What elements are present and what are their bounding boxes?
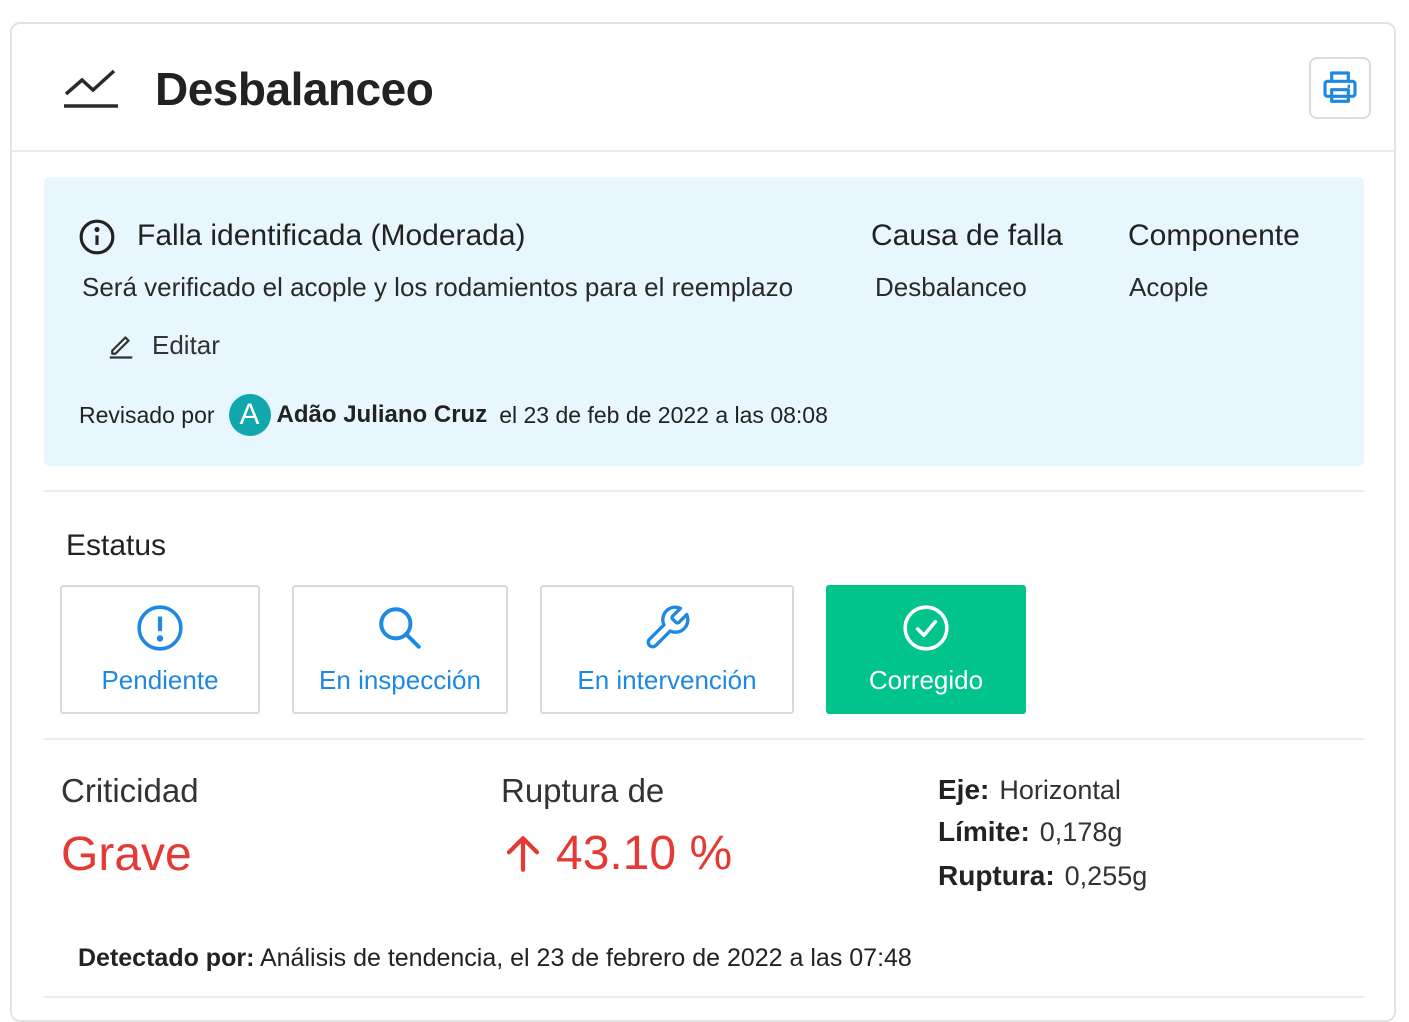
- print-button[interactable]: [1309, 57, 1371, 119]
- page-title: Desbalanceo: [155, 63, 434, 115]
- detected-label: Detectado por:: [78, 944, 255, 972]
- edit-button[interactable]: Editar: [106, 325, 220, 365]
- component-title: Componente: [1128, 219, 1300, 252]
- axis-label: Eje:: [938, 774, 990, 805]
- status-label: En intervención: [577, 665, 757, 695]
- search-icon: [379, 607, 421, 649]
- criticality-title: Criticidad: [61, 772, 199, 809]
- pencil-icon: [109, 336, 133, 359]
- limit-label: Límite:: [938, 816, 1030, 847]
- reviewed-label: Revisado por: [79, 401, 215, 428]
- status-pending-button[interactable]: Pendiente: [60, 585, 260, 714]
- arrow-up-icon: [506, 835, 540, 872]
- card-header: Desbalanceo: [12, 24, 1394, 152]
- limit-row: Límite: 0,178g: [938, 816, 1122, 848]
- fault-info-panel: Falla identificada (Moderada) Será verif…: [44, 177, 1364, 466]
- status-label: Corregido: [868, 665, 984, 695]
- cause-title: Causa de falla: [871, 219, 1063, 252]
- axis-row: Eje: Horizontal: [938, 774, 1121, 806]
- check-circle-icon: [903, 605, 949, 651]
- status-label: Pendiente: [101, 665, 219, 695]
- criticality-value: Grave: [61, 828, 192, 881]
- fault-detail-card: Desbalanceo Falla identificada (Moderada…: [10, 22, 1396, 1022]
- divider: [44, 996, 1364, 998]
- rupture-value-row: Ruptura: 0,255g: [938, 860, 1147, 892]
- divider: [44, 738, 1364, 740]
- reviewed-date: el 23 de feb de 2022 a las 08:08: [499, 401, 828, 428]
- detected-value: Análisis de tendencia, el 23 de febrero …: [254, 944, 912, 972]
- component-value: Acople: [1129, 272, 1209, 302]
- status-label: En inspección: [319, 665, 481, 695]
- cause-value: Desbalanceo: [875, 272, 1027, 302]
- status-inspection-button[interactable]: En inspección: [292, 585, 508, 714]
- divider: [44, 490, 1364, 492]
- wrench-icon: [646, 605, 690, 649]
- info-icon: [79, 219, 115, 255]
- status-intervention-button[interactable]: En intervención: [540, 585, 794, 714]
- avatar: A: [228, 394, 271, 436]
- reviewed-by-row: Revisado por A Adão Juliano Cruz el 23 d…: [79, 393, 828, 437]
- rupture-percent: 43.10 %: [556, 827, 733, 880]
- trend-chart-icon: [64, 69, 118, 108]
- edit-label: Editar: [152, 329, 220, 360]
- fault-title: Falla identificada (Moderada): [137, 219, 526, 252]
- status-corrected-button[interactable]: Corregido: [826, 585, 1026, 714]
- rupture-row: 43.10 %: [502, 826, 732, 881]
- detected-by: Detectado por: Análisis de tendencia, el…: [78, 944, 912, 973]
- rupture-g-value: 0,255g: [1064, 861, 1148, 891]
- fault-description: Será verificado el acople y los rodamien…: [82, 272, 794, 302]
- printer-icon: [1323, 71, 1357, 103]
- status-title: Estatus: [66, 529, 167, 562]
- reviewer-name: Adão Juliano Cruz: [276, 401, 488, 428]
- rupture-label: Ruptura:: [938, 860, 1055, 891]
- rupture-title: Ruptura de: [501, 772, 665, 809]
- limit-value: 0,178g: [1039, 817, 1123, 847]
- axis-value: Horizontal: [999, 775, 1121, 805]
- alert-circle-icon: [137, 605, 183, 651]
